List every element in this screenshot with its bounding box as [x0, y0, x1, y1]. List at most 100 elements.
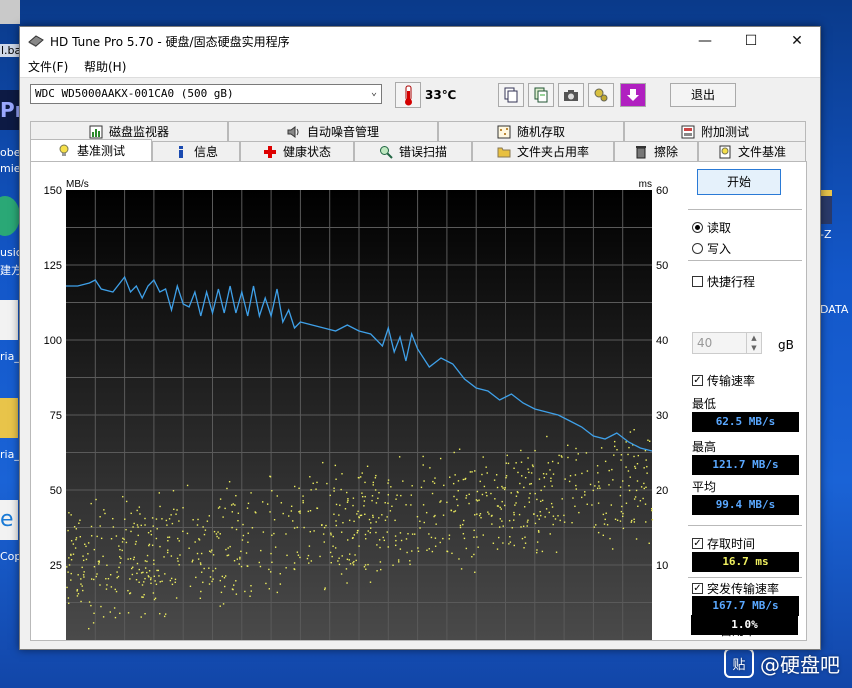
drive-select[interactable]: WDC WD5000AAKX-001CA0 (500 gB) ⌄ [30, 84, 382, 104]
premiere-icon[interactable]: Pr [0, 90, 19, 130]
tab-folder-usage[interactable]: 文件夹占用率 [472, 141, 614, 161]
access-time-point [645, 486, 647, 488]
access-time-point [269, 476, 272, 478]
access-time-point [477, 546, 479, 548]
access-time-point [99, 525, 101, 527]
edge-icon[interactable]: e [0, 500, 18, 540]
access-time-point [446, 501, 448, 504]
options-icon[interactable] [588, 83, 614, 107]
access-time-checkbox[interactable]: ✓ 存取时间 [692, 535, 755, 552]
access-time-point [132, 566, 134, 568]
desktop-icon-1[interactable] [0, 0, 20, 24]
access-time-point [360, 514, 363, 516]
file-icon[interactable] [0, 300, 18, 340]
tab-noise-management[interactable]: 自动噪音管理 [228, 121, 438, 141]
burst-rate-checkbox[interactable]: ✓ 突发传输速率 [692, 580, 779, 597]
copy-info-icon[interactable] [498, 83, 524, 107]
access-time-point [363, 500, 366, 502]
access-time-point [330, 561, 332, 564]
access-time-point [423, 521, 425, 524]
access-time-point [584, 491, 586, 493]
tab-benchmark[interactable]: 基准测试 [30, 139, 152, 161]
exit-button[interactable]: 退出 [670, 83, 736, 107]
access-time-point [405, 538, 408, 540]
y-tick-label: 50 [50, 485, 62, 497]
tab-random-access[interactable]: 随机存取 [438, 121, 624, 141]
music-icon[interactable] [0, 196, 20, 236]
access-time-point [540, 500, 542, 503]
desktop-icon-label: -Z [820, 228, 832, 241]
access-time-point [635, 489, 638, 492]
write-radio[interactable]: 写入 [692, 240, 731, 257]
access-time-point [146, 560, 148, 563]
short-stroke-unit: gB [778, 338, 794, 352]
zip-icon[interactable] [0, 398, 18, 438]
access-time-point [189, 585, 192, 588]
access-time-point [647, 439, 649, 441]
access-time-point [378, 492, 380, 494]
tab-disk-monitor[interactable]: 磁盘监视器 [30, 121, 228, 141]
tab-error-scan[interactable]: 错误扫描 [354, 141, 472, 161]
tab-info[interactable]: 信息 [152, 141, 240, 161]
access-time-point [434, 545, 437, 547]
access-time-point [106, 564, 108, 566]
access-time-point [227, 554, 230, 556]
access-time-point [471, 555, 473, 558]
title-bar[interactable]: HD Tune Pro 5.70 - 硬盘/固态硬盘实用程序 — ☐ ✕ [20, 27, 820, 55]
access-time-point [274, 546, 277, 548]
access-time-point [337, 560, 339, 562]
access-time-point [491, 514, 493, 517]
access-time-point [247, 532, 249, 534]
camera-icon[interactable] [558, 83, 584, 107]
access-time-point [633, 518, 635, 520]
menu-help[interactable]: 帮助(H) [84, 58, 126, 75]
access-time-point [540, 514, 542, 517]
read-radio[interactable]: 读取 [692, 219, 731, 236]
access-time-point [80, 583, 82, 585]
access-time-point [433, 515, 435, 518]
access-time-point [171, 522, 174, 525]
tab-file-benchmark[interactable]: 文件基准 [698, 141, 806, 161]
access-time-point [239, 556, 241, 559]
access-time-point [192, 519, 194, 521]
desktop-right-icon[interactable] [820, 190, 832, 224]
access-time-point [76, 595, 79, 597]
access-time-point [240, 565, 243, 568]
access-time-point [480, 516, 482, 519]
short-stroke-stepper[interactable]: 40 ▲ ▼ [692, 332, 762, 354]
tab-erase[interactable]: 擦除 [614, 141, 698, 161]
access-time-point [154, 580, 156, 582]
save-download-icon[interactable] [620, 83, 646, 107]
short-stroke-checkbox[interactable]: 快捷行程 [692, 273, 755, 290]
access-time-point [122, 495, 124, 498]
access-time-point [280, 502, 283, 504]
access-time-point [270, 571, 272, 573]
access-time-point [265, 582, 267, 585]
access-time-point [233, 560, 236, 562]
access-time-point [468, 493, 470, 496]
tab-health[interactable]: 健康状态 [240, 141, 354, 161]
close-button[interactable]: ✕ [774, 27, 820, 55]
maximize-button[interactable]: ☐ [728, 27, 774, 55]
access-time-point [430, 536, 433, 539]
access-time-point [564, 478, 566, 480]
access-time-point [439, 457, 442, 460]
start-button[interactable]: 开始 [697, 169, 781, 195]
access-time-point [196, 552, 199, 555]
copy-all-icon[interactable] [528, 83, 554, 107]
access-time-point [499, 518, 501, 520]
access-time-point [459, 526, 462, 529]
stepper-arrows-icon[interactable]: ▲ ▼ [746, 333, 761, 353]
minimize-button[interactable]: — [682, 27, 728, 55]
access-time-point [246, 565, 248, 567]
access-time-point [82, 555, 84, 557]
access-time-point [315, 488, 317, 490]
access-time-point [249, 595, 251, 597]
tab-extra-tests[interactable]: 附加测试 [624, 121, 806, 141]
access-time-point [540, 489, 542, 492]
access-time-point [559, 519, 561, 522]
access-time-point [596, 487, 599, 490]
transfer-rate-checkbox[interactable]: ✓ 传输速率 [692, 372, 755, 389]
access-time-point [372, 484, 374, 486]
menu-file[interactable]: 文件(F) [28, 58, 68, 75]
